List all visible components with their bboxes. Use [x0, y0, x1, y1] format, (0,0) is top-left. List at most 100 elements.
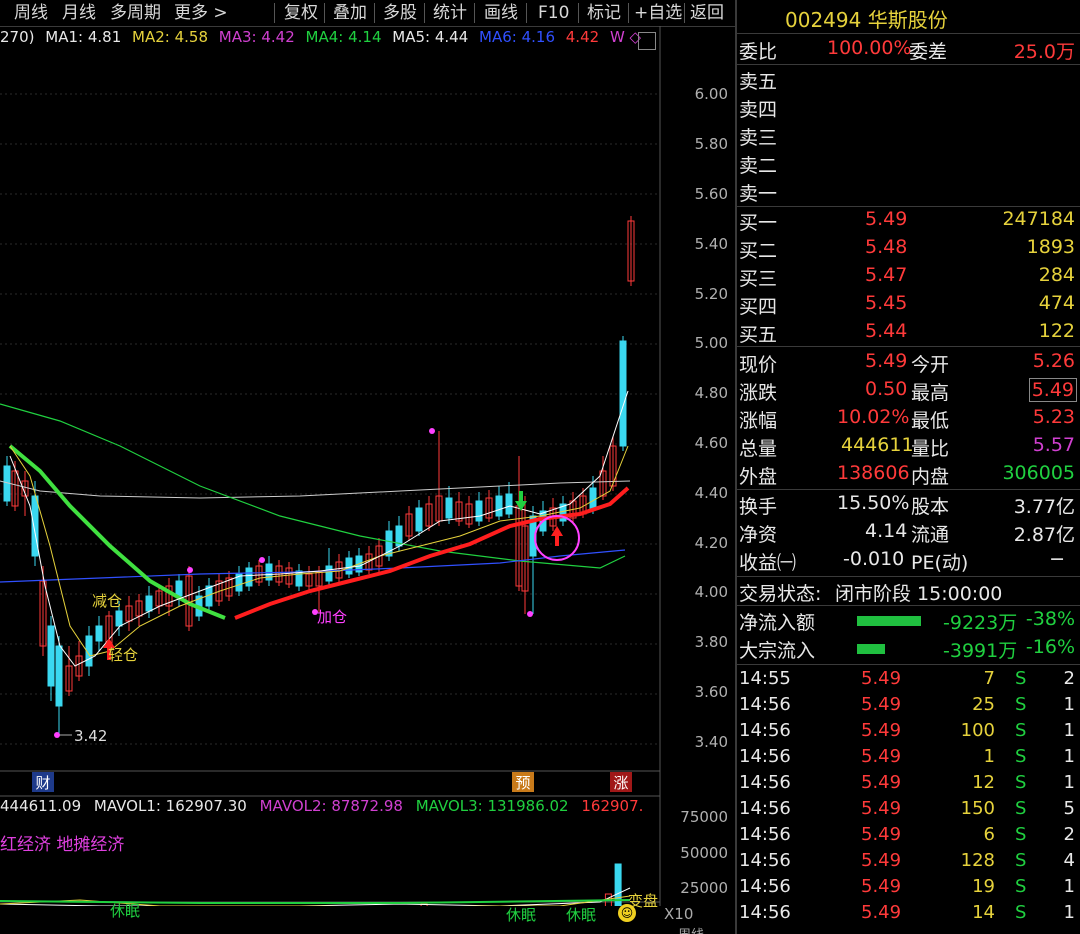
weicha-label: 委差 — [909, 41, 948, 63]
buy-row[interactable]: 买四 5.45 474 — [739, 292, 1079, 319]
tick-p: 5.49 — [861, 720, 902, 741]
tick-n: 2 — [1063, 668, 1075, 689]
tab-weekly[interactable]: 周线 — [14, 2, 48, 24]
overlay-button[interactable]: 叠加 — [333, 2, 367, 24]
candle-body — [115, 610, 123, 627]
buy-volume: 284 — [1038, 264, 1075, 286]
tick-n: 1 — [1063, 694, 1075, 715]
chart-toolbar: 周线 月线 多周期 更多 > 复权 叠加 多股 统计 画线 F10 标记 +自选… — [0, 0, 735, 27]
price-tick: 4.60 — [694, 434, 728, 452]
volume-bars — [420, 863, 622, 906]
ma-line-long-white — [0, 480, 631, 499]
x10-label[interactable]: X10 — [664, 905, 693, 923]
light-position-label: 轻仓 — [108, 646, 139, 664]
tick-t: 14:56 — [739, 876, 791, 897]
forecast-marker[interactable]: 预 — [512, 772, 534, 792]
tick-v: 19 — [972, 876, 995, 897]
volume-value: 444611.09 — [0, 797, 82, 815]
more-menu[interactable]: 更多 > — [174, 2, 228, 24]
price-tick: 6.00 — [694, 85, 728, 103]
candle-body — [295, 570, 303, 587]
tick-n: 2 — [1063, 824, 1075, 845]
tick-v: 14 — [972, 902, 995, 923]
tick-s: S — [1015, 720, 1027, 741]
fund-value: -0.010 — [843, 548, 905, 570]
tick-v: 150 — [960, 798, 995, 819]
fund-label: 换手 — [739, 496, 778, 518]
candle-body — [55, 645, 63, 707]
buy-price: 5.44 — [865, 320, 908, 342]
tick-v: 6 — [983, 824, 995, 845]
tick-n: 5 — [1063, 798, 1075, 819]
quote-panel: 002494 华斯股份 委比 100.00% 委差 25.0万 卖五 卖四 卖三… — [735, 0, 1080, 934]
candle-body — [505, 493, 513, 515]
tick-row[interactable]: 14:56 5.49 6 S 2 — [739, 824, 1079, 850]
tick-row[interactable]: 14:55 5.49 7 S 2 — [739, 668, 1079, 694]
netflow-value: -9223万 — [943, 612, 1018, 634]
buy-label: 买四 — [739, 296, 778, 318]
fund-value: 2.87亿 — [1013, 524, 1075, 546]
statistics-button[interactable]: 统计 — [433, 2, 467, 24]
add-watchlist-button[interactable]: +自选 — [634, 2, 682, 24]
tick-row[interactable]: 14:56 5.49 14 S 1 — [739, 902, 1079, 928]
stat-label: 涨幅 — [739, 410, 778, 432]
stat-label: 涨跌 — [739, 382, 778, 404]
tick-row[interactable]: 14:56 5.49 1 S 1 — [739, 746, 1079, 772]
buy-row[interactable]: 买三 5.47 284 — [739, 264, 1079, 291]
f10-button[interactable]: F10 — [538, 2, 569, 24]
tick-s: S — [1015, 902, 1027, 923]
candle-body — [495, 495, 503, 517]
stat-value: 0.50 — [865, 378, 908, 400]
mark-button[interactable]: 标记 — [587, 2, 621, 24]
add-position-label: 加仓 — [317, 608, 348, 626]
buy-label: 买二 — [739, 240, 778, 262]
buy-row[interactable]: 买二 5.48 1893 — [739, 236, 1079, 263]
tick-row[interactable]: 14:56 5.49 128 S 4 — [739, 850, 1079, 876]
tick-t: 14:56 — [739, 746, 791, 767]
candle-body — [47, 625, 55, 687]
netflow-label: 净流入额 — [739, 612, 816, 634]
buy-row[interactable]: 买一 5.49 247184 — [739, 208, 1079, 235]
tick-row[interactable]: 14:56 5.49 12 S 1 — [739, 772, 1079, 798]
back-button[interactable]: 返回 — [690, 2, 724, 24]
multi-stock-button[interactable]: 多股 — [383, 2, 417, 24]
price-tick: 5.60 — [694, 185, 728, 203]
finance-marker[interactable]: 财 — [32, 772, 54, 792]
tick-v: 100 — [960, 720, 995, 741]
tick-p: 5.49 — [861, 668, 902, 689]
volume-tick: 50000 — [680, 844, 728, 862]
tab-monthly[interactable]: 月线 — [62, 2, 96, 24]
candle-body — [445, 497, 453, 519]
tick-row[interactable]: 14:56 5.49 25 S 1 — [739, 694, 1079, 720]
tick-s: S — [1015, 694, 1027, 715]
buy-label: 买三 — [739, 268, 778, 290]
blockflow-pct: -16% — [1025, 636, 1075, 658]
tab-multi-period[interactable]: 多周期 — [110, 2, 161, 24]
tick-t: 14:55 — [739, 668, 791, 689]
tick-s: S — [1015, 876, 1027, 897]
fund-value: 3.77亿 — [1013, 496, 1075, 518]
tick-row[interactable]: 14:56 5.49 100 S 1 — [739, 720, 1079, 746]
fund-label: 股本 — [911, 496, 950, 518]
tick-p: 5.49 — [861, 772, 902, 793]
tick-row[interactable]: 14:56 5.49 150 S 5 — [739, 798, 1079, 824]
tick-p: 5.49 — [861, 798, 902, 819]
candle-body — [31, 495, 39, 557]
stat-value: 5.23 — [1032, 406, 1075, 428]
adjust-button[interactable]: 复权 — [284, 2, 318, 24]
buy-row[interactable]: 买五 5.44 122 — [739, 320, 1079, 347]
tick-row[interactable]: 14:56 5.49 19 S 1 — [739, 876, 1079, 902]
fund-value: 4.14 — [865, 520, 908, 542]
tick-p: 5.49 — [861, 876, 902, 897]
tick-t: 14:56 — [739, 772, 791, 793]
buy-price: 5.45 — [865, 292, 908, 314]
tick-v: 1 — [983, 746, 995, 767]
stat-value: 5.57 — [1032, 434, 1075, 456]
weibi-value: 100.00% — [827, 37, 912, 59]
tick-s: S — [1015, 668, 1027, 689]
limit-up-marker[interactable]: 涨 — [610, 772, 632, 792]
stat-value: 5.49 — [865, 350, 908, 372]
weicha-value: 25.0万 — [1013, 41, 1075, 63]
tick-p: 5.49 — [861, 824, 902, 845]
draw-line-button[interactable]: 画线 — [484, 2, 518, 24]
